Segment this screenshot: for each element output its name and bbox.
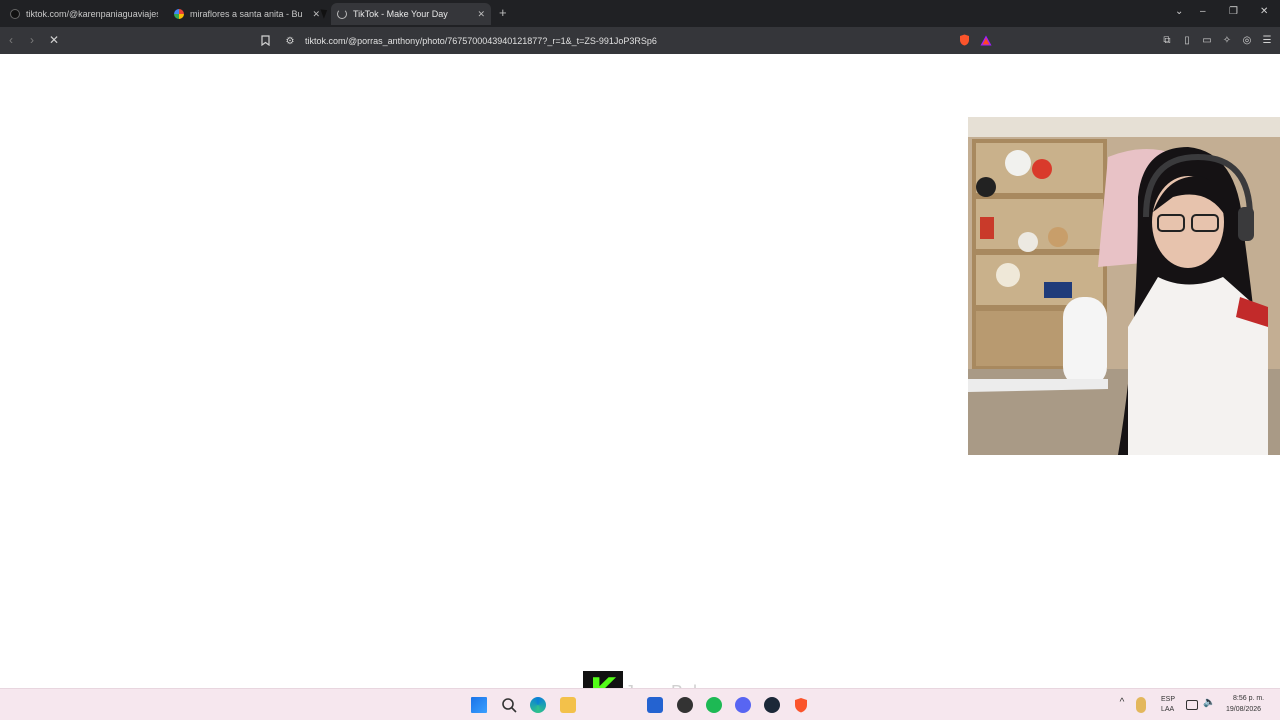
tab-search-icon[interactable]: ⌄ bbox=[1175, 6, 1183, 17]
clock-date[interactable]: 19/08/2026 bbox=[1226, 706, 1261, 713]
webcam-image bbox=[968, 117, 1280, 455]
bookmark-icon[interactable] bbox=[259, 34, 271, 46]
leo-ai-icon[interactable]: ✧ bbox=[1221, 34, 1233, 46]
close-window-button[interactable]: ✕ bbox=[1260, 6, 1268, 17]
menu-icon[interactable]: ☰ bbox=[1261, 34, 1273, 46]
brave-icon[interactable] bbox=[793, 697, 809, 713]
google-icon bbox=[174, 9, 184, 19]
close-icon[interactable]: ✕ bbox=[477, 9, 485, 20]
tab-title: miraflores a santa anita - Buscar bbox=[190, 9, 302, 19]
microphone-icon[interactable] bbox=[1136, 697, 1146, 713]
clock-time[interactable]: 8:56 p. m. bbox=[1233, 695, 1264, 702]
sidebar-icon[interactable]: ▯ bbox=[1181, 34, 1193, 46]
app-icon[interactable] bbox=[677, 697, 693, 713]
wallet-icon[interactable]: ▭ bbox=[1201, 34, 1213, 46]
steam-icon[interactable] bbox=[764, 697, 780, 713]
tab-title: tiktok.com/@karenpaniaguaviajes/vi bbox=[26, 9, 158, 19]
forward-icon[interactable]: › bbox=[30, 33, 34, 47]
windows-start-icon[interactable] bbox=[471, 697, 487, 713]
edge-icon[interactable] bbox=[530, 697, 546, 713]
minimize-button[interactable]: – bbox=[1200, 6, 1206, 17]
windows-taskbar: ^ ESP LAA 🔈 8:56 p. m. 19/08/2026 bbox=[0, 688, 1280, 720]
spotify-icon[interactable] bbox=[706, 697, 722, 713]
store-icon[interactable] bbox=[647, 697, 663, 713]
brave-rewards-icon[interactable] bbox=[980, 34, 992, 46]
close-icon[interactable]: ✕ bbox=[312, 9, 320, 20]
tab-tiktok-active[interactable]: TikTok - Make Your Day ✕ bbox=[331, 3, 491, 25]
discord-icon[interactable] bbox=[735, 697, 751, 713]
tab-strip: tiktok.com/@karenpaniaguaviajes/vi miraf… bbox=[0, 0, 1280, 27]
tab-title: TikTok - Make Your Day bbox=[353, 9, 448, 19]
files-icon[interactable] bbox=[560, 697, 576, 713]
tab-google-search[interactable]: miraflores a santa anita - Buscar ✕ bbox=[168, 3, 326, 25]
show-hidden-icons[interactable]: ^ bbox=[1114, 697, 1130, 713]
vpn-icon[interactable]: ◎ bbox=[1241, 34, 1253, 46]
restore-button[interactable]: ❐ bbox=[1229, 6, 1238, 17]
address-bar[interactable]: ⚙ tiktok.com/@porras_anthony/photo/76757… bbox=[280, 31, 1000, 50]
tab-tiktok-profile[interactable]: tiktok.com/@karenpaniaguaviajes/vi bbox=[4, 3, 164, 25]
language-bottom[interactable]: LAA bbox=[1161, 706, 1174, 713]
site-settings-icon[interactable]: ⚙ bbox=[284, 35, 296, 47]
volume-icon[interactable]: 🔈 bbox=[1203, 697, 1219, 713]
back-icon[interactable]: ‹ bbox=[9, 33, 13, 47]
language-top[interactable]: ESP bbox=[1161, 696, 1175, 703]
extensions-icon[interactable]: ⧉ bbox=[1161, 34, 1173, 46]
tiktok-icon bbox=[10, 9, 20, 19]
loading-icon bbox=[337, 9, 347, 19]
url-text: tiktok.com/@porras_anthony/photo/7675700… bbox=[305, 35, 657, 46]
browser-toolbar: ‹ › ✕ ⚙ tiktok.com/@porras_anthony/photo… bbox=[0, 27, 1280, 54]
webcam-overlay bbox=[968, 117, 1280, 455]
search-icon[interactable] bbox=[501, 697, 517, 713]
network-icon[interactable] bbox=[1186, 700, 1198, 710]
brave-shields-icon[interactable] bbox=[958, 34, 970, 46]
stop-loading-icon[interactable]: ✕ bbox=[49, 33, 59, 47]
new-tab-button[interactable]: + bbox=[499, 5, 507, 20]
